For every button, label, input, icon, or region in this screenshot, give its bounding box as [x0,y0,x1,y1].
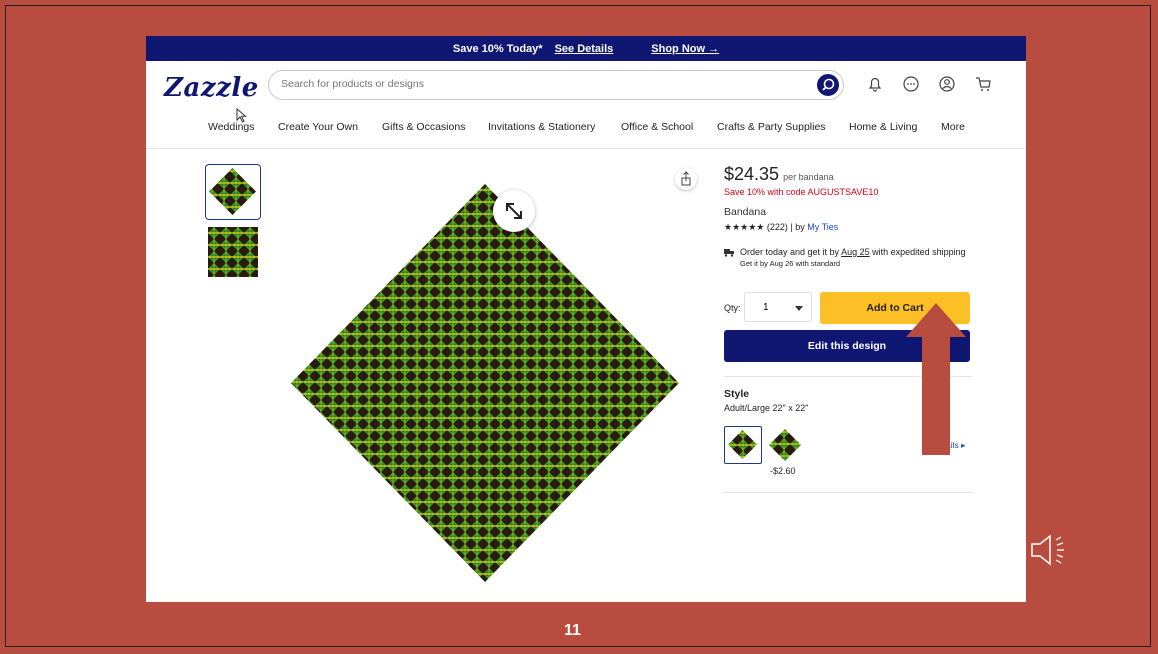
promo-text: Save 10% Today* [452,42,543,55]
browser-screenshot: Save 10% Today* See Details Shop Now → Z… [146,36,1026,602]
product-name: Bandana [724,206,767,218]
chat-icon[interactable] [900,73,922,95]
nav-office-school[interactable]: Office & School [621,121,693,133]
bell-icon[interactable] [864,73,886,95]
nav-create-your-own[interactable]: Create Your Own [278,121,358,133]
style-value: Adult/Large 22" x 22" [724,403,809,413]
divider [724,492,972,493]
shipping-info: Order today and get it by Aug 25 with ex… [724,247,972,269]
search-bar[interactable] [268,70,844,100]
rating-row: ★★★★★ (222) | by My Ties [724,222,972,233]
mouse-cursor [236,108,247,123]
rating-stars: ★★★★★ [724,222,765,232]
account-icon[interactable] [936,73,958,95]
style-option-adult[interactable] [724,426,762,464]
option-price: -$2.60 [770,466,796,476]
site-header: Zazzle [146,61,1026,116]
search-input[interactable] [279,77,803,91]
rating-count[interactable]: (222) [767,222,788,232]
shop-now-link[interactable]: Shop Now → [651,43,719,55]
expand-button[interactable] [493,190,535,232]
style-option-kid[interactable] [766,426,804,464]
product-image [291,184,679,582]
promo-code-text: Save 10% with code AUGUSTSAVE10 [724,187,879,197]
speaker-icon[interactable] [1029,530,1075,570]
truck-icon [724,249,734,257]
nav-more[interactable]: More [941,121,965,133]
cart-icon[interactable] [972,73,994,95]
seller-link[interactable]: My Ties [807,222,838,232]
share-button[interactable] [675,168,697,190]
share-icon [681,171,691,186]
price: $24.35 [724,164,780,184]
nav-crafts-party[interactable]: Crafts & Party Supplies [717,121,826,133]
qty-label: Qty: [724,303,741,313]
category-nav: Weddings Create Your Own Gifts & Occasio… [146,116,1026,149]
chevron-down-icon [795,306,803,311]
nav-home-living[interactable]: Home & Living [849,121,917,133]
nav-invitations-stationery[interactable]: Invitations & Stationery [488,121,595,133]
product-panel: $24.35 per bandana Save 10% with code AUG… [724,164,972,493]
quantity-select[interactable]: 1 [744,292,812,322]
thumbnail-flat[interactable] [208,227,258,277]
search-button[interactable] [817,74,839,96]
search-icon [822,78,835,91]
shipping-standard: Get it by Aug 26 with standard [740,259,841,268]
slide-number: 11 [564,622,581,639]
shipping-date[interactable]: Aug 25 [841,247,870,257]
zazzle-logo[interactable]: Zazzle [164,73,259,103]
shipping-post: with expedited shipping [872,247,966,257]
shipping-pre: Order today and get it by [740,247,840,257]
arrow-annotation [906,303,966,455]
by-prefix: | by [790,222,805,232]
see-details-link[interactable]: See Details [555,43,614,55]
promo-bar: Save 10% Today* See Details Shop Now → [146,36,1026,61]
style-label: Style [724,388,750,400]
nav-gifts-occasions[interactable]: Gifts & Occasions [382,121,465,133]
thumbnail-front[interactable] [205,164,261,220]
price-unit: per bandana [783,172,834,182]
qty-value: 1 [763,302,769,313]
expand-icon [506,203,522,219]
